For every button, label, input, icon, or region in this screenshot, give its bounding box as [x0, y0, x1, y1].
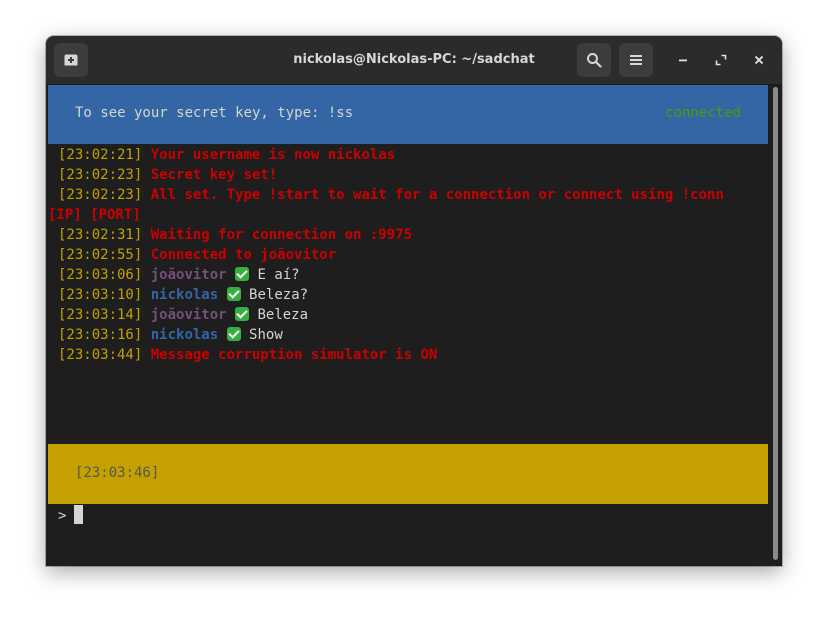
username: joãovitor — [150, 307, 227, 323]
prompt-symbol: > — [58, 508, 67, 524]
chat-line: [23:03:14] joãovitor Beleza — [58, 305, 770, 325]
system-message: [IP] [PORT] — [48, 207, 141, 223]
check-mark-icon — [235, 307, 250, 321]
system-message: Waiting for connection on :9975 — [150, 227, 413, 243]
chat-message: E aí? — [257, 267, 300, 283]
username: nickolas — [150, 327, 219, 343]
system-message: Connected to joãovitor — [150, 247, 337, 263]
search-button[interactable] — [577, 43, 611, 77]
maximize-button[interactable] — [706, 45, 736, 75]
system-message: Message corruption simulator is ON — [150, 347, 438, 363]
hamburger-menu-icon — [630, 55, 642, 65]
minimize-icon — [679, 59, 687, 62]
system-message: All set. Type !start to wait for a conne… — [150, 187, 724, 203]
timestamp: [23:02:31] — [58, 227, 143, 243]
chat-line: [23:03:10] nickolas Beleza? — [58, 285, 770, 305]
maximize-icon — [715, 54, 727, 66]
timestamp: [23:03:10] — [58, 287, 143, 303]
log-line: [23:02:55] Connected to joãovitor — [58, 245, 770, 265]
input-line[interactable]: > — [58, 505, 84, 525]
chat-message: Beleza? — [249, 287, 309, 303]
new-tab-icon — [64, 54, 78, 66]
timestamp: [23:02:23] — [58, 187, 143, 203]
menu-button[interactable] — [619, 43, 653, 77]
check-mark-icon — [235, 267, 250, 281]
check-mark-icon — [226, 327, 241, 341]
log-line: [23:02:23] All set. Type !start to wait … — [58, 185, 770, 205]
log-line: [23:02:31] Waiting for connection on :99… — [58, 225, 770, 245]
log-line-wrap: [IP] [PORT] — [48, 205, 770, 225]
timestamp: [23:02:55] — [58, 247, 143, 263]
terminal-output[interactable]: To see your secret key, type: !ss connec… — [48, 85, 770, 566]
new-tab-button[interactable] — [54, 43, 88, 77]
terminal-window: nickolas@Nickolas-PC: ~/sadchat To see y… — [46, 36, 782, 566]
scrollbar-thumb[interactable] — [773, 87, 778, 560]
text-cursor — [74, 505, 84, 524]
timestamp: [23:03:44] — [58, 347, 143, 363]
secret-key-hint: To see your secret key, type: !ss — [75, 105, 354, 121]
footer-banner: [23:03:46] — [48, 444, 768, 504]
timestamp: [23:02:21] — [58, 147, 143, 163]
log-line: [23:02:23] Secret key set! — [58, 165, 770, 185]
timestamp: [23:03:16] — [58, 327, 143, 343]
timestamp: [23:03:06] — [58, 267, 143, 283]
close-button[interactable] — [744, 45, 774, 75]
minimize-button[interactable] — [668, 45, 698, 75]
close-icon — [754, 55, 764, 65]
log-line: [23:02:21] Your username is now nickolas — [58, 145, 770, 165]
check-mark-icon — [226, 287, 241, 301]
scrollbar[interactable] — [772, 85, 782, 566]
timestamp: [23:02:23] — [58, 167, 143, 183]
chat-message: Show — [249, 327, 283, 343]
chat-message: Beleza — [257, 307, 309, 323]
username: joãovitor — [150, 267, 227, 283]
log-line: [23:03:44] Message corruption simulator … — [58, 345, 770, 365]
search-icon — [587, 53, 602, 68]
timestamp: [23:03:14] — [58, 307, 143, 323]
chat-log: [23:02:21] Your username is now nickolas… — [48, 145, 770, 365]
connection-status: connected — [665, 105, 741, 121]
current-time: [23:03:46] — [75, 465, 160, 481]
title-bar[interactable]: nickolas@Nickolas-PC: ~/sadchat — [46, 36, 782, 85]
username: nickolas — [150, 287, 219, 303]
system-message: Your username is now nickolas — [150, 147, 396, 163]
system-message: Secret key set! — [150, 167, 278, 183]
chat-line: [23:03:06] joãovitor E aí? — [58, 265, 770, 285]
chat-line: [23:03:16] nickolas Show — [58, 325, 770, 345]
header-banner: To see your secret key, type: !ss connec… — [48, 85, 768, 144]
